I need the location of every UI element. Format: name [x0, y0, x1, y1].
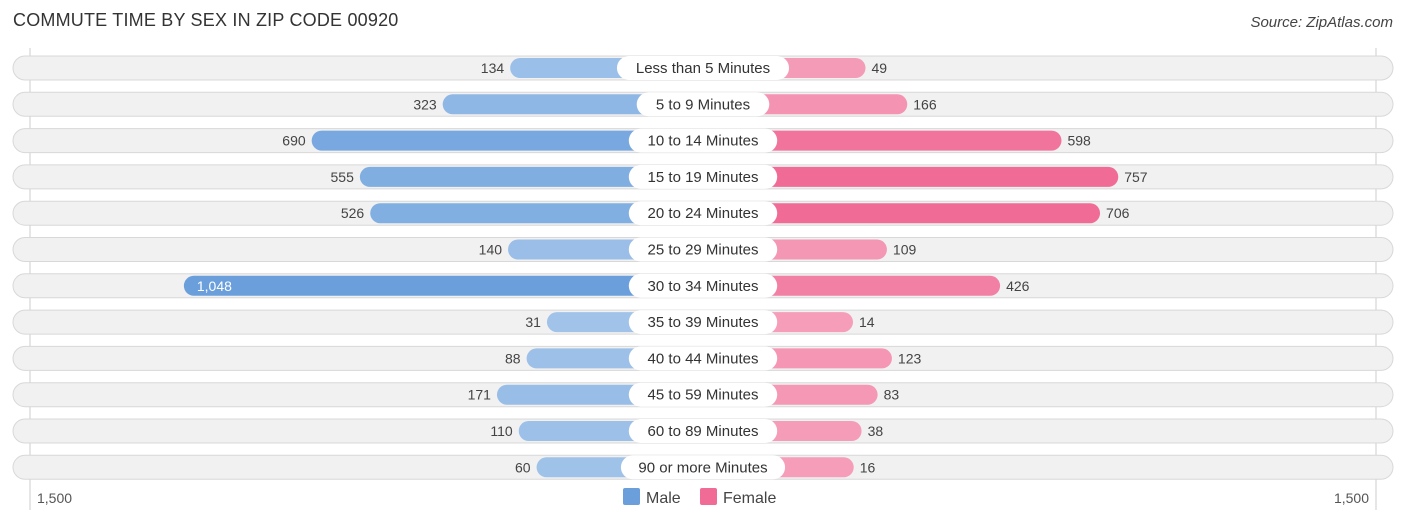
category-label: 60 to 89 Minutes — [648, 423, 759, 440]
value-label-male: 31 — [525, 314, 541, 330]
value-label-female: 426 — [1006, 278, 1030, 294]
value-label-male: 1,048 — [197, 278, 232, 294]
legend-female-swatch — [700, 488, 717, 505]
bar-row: 140 109 25 to 29 Minutes — [12, 237, 1394, 262]
bar-row: 526 706 20 to 24 Minutes — [12, 200, 1394, 226]
value-label-male: 88 — [505, 350, 521, 366]
value-label-female: 16 — [860, 459, 876, 475]
value-label-female: 123 — [898, 350, 922, 366]
category-label: Less than 5 Minutes — [636, 60, 770, 77]
category-label: 35 to 39 Minutes — [648, 314, 759, 331]
bar-row: 171 83 45 to 59 Minutes — [12, 382, 1394, 408]
bar-row: 134 49 Less than 5 Minutes — [12, 55, 1394, 81]
value-label-male: 555 — [331, 169, 355, 185]
axis-right-label: 1,500 — [1334, 490, 1369, 506]
category-label: 20 to 24 Minutes — [648, 205, 759, 222]
value-label-male: 323 — [413, 96, 437, 112]
value-label-male: 526 — [341, 205, 365, 221]
category-label: 15 to 19 Minutes — [648, 169, 759, 186]
value-label-male: 140 — [479, 242, 503, 258]
value-label-male: 690 — [282, 133, 306, 149]
value-label-female: 598 — [1067, 133, 1091, 149]
value-label-female: 49 — [871, 60, 887, 76]
value-label-male: 60 — [515, 459, 531, 475]
value-label-female: 14 — [859, 314, 875, 330]
bar-row: 1,048 426 30 to 34 Minutes — [12, 273, 1394, 299]
category-label: 90 or more Minutes — [638, 459, 767, 476]
category-label: 40 to 44 Minutes — [648, 350, 759, 367]
category-label: 30 to 34 Minutes — [648, 278, 759, 295]
value-label-female: 83 — [884, 387, 900, 403]
legend: Male Female — [623, 488, 776, 507]
bar-row: 60 16 90 or more Minutes — [12, 454, 1394, 480]
value-label-female: 109 — [893, 242, 917, 258]
value-label-female: 757 — [1124, 169, 1148, 185]
bar-row: 323 166 5 to 9 Minutes — [12, 91, 1394, 117]
bar-row: 88 123 40 to 44 Minutes — [12, 345, 1394, 371]
value-label-male: 171 — [468, 387, 492, 403]
bar-row: 690 598 10 to 14 Minutes — [12, 128, 1394, 154]
value-label-female: 706 — [1106, 205, 1130, 221]
legend-female-label: Female — [723, 490, 776, 507]
bar-row: 110 38 60 to 89 Minutes — [12, 418, 1394, 444]
category-label: 10 to 14 Minutes — [648, 133, 759, 150]
value-label-male: 134 — [481, 60, 505, 76]
value-label-female: 38 — [868, 423, 884, 439]
axis-left-label: 1,500 — [37, 490, 72, 506]
bar-male — [183, 275, 703, 296]
legend-male-swatch — [623, 488, 640, 505]
category-label: 25 to 29 Minutes — [648, 242, 759, 259]
chart-area: 134 49 Less than 5 Minutes 323 166 5 to 9 Min… — [12, 48, 1394, 510]
category-label: 5 to 9 Minutes — [656, 96, 750, 113]
value-label-female: 166 — [913, 96, 937, 112]
value-label-male: 110 — [490, 423, 513, 439]
bar-row: 31 14 35 to 39 Minutes — [12, 309, 1394, 335]
category-label: 45 to 59 Minutes — [648, 387, 759, 404]
legend-male-label: Male — [646, 490, 681, 507]
bar-row: 555 757 15 to 19 Minutes — [12, 164, 1394, 190]
